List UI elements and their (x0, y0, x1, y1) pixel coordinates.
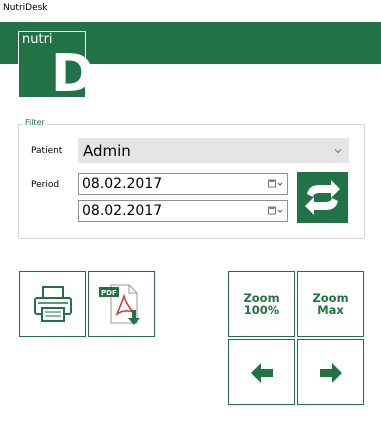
zoom-max-button[interactable]: Zoom Max (297, 271, 364, 337)
printer-icon (34, 286, 72, 322)
pdf-download-icon: PDF (99, 284, 140, 325)
calendar-icon[interactable] (268, 179, 284, 189)
zoom-100-button[interactable]: Zoom 100% (228, 271, 295, 337)
title-bar: NutriDesk (0, 0, 381, 22)
date-from-picker[interactable]: 08.02.2017 (78, 173, 288, 195)
patient-label: Patient (31, 146, 63, 156)
calendar-icon[interactable] (268, 206, 284, 216)
chevron-down-icon (334, 149, 342, 154)
refresh-button[interactable] (297, 172, 348, 223)
zoom-max-label: Zoom Max (298, 292, 363, 316)
next-button[interactable] (297, 339, 364, 405)
patient-value: Admin (83, 142, 131, 160)
zoom-100-label-line2: 100% (243, 303, 280, 317)
logo-text: nutri (22, 32, 53, 47)
arrow-right-icon (320, 363, 342, 383)
print-button[interactable] (19, 271, 86, 337)
date-to-value: 08.02.2017 (82, 203, 163, 219)
arrow-left-icon (251, 363, 273, 383)
previous-button[interactable] (228, 339, 295, 405)
logo-letter: D (51, 44, 95, 104)
patient-select[interactable]: Admin (78, 138, 349, 163)
filter-legend: Filter (23, 118, 47, 127)
refresh-icon (305, 180, 340, 215)
date-to-picker[interactable]: 08.02.2017 (78, 200, 288, 222)
app-logo: nutri D (18, 31, 94, 100)
zoom-100-label: Zoom 100% (229, 292, 294, 316)
period-label: Period (31, 180, 60, 190)
zoom-max-label-line2: Max (317, 303, 344, 317)
date-from-value: 08.02.2017 (82, 176, 163, 192)
window-title: NutriDesk (3, 3, 48, 13)
pdf-export-button[interactable]: PDF (88, 271, 155, 337)
pdf-badge-text: PDF (101, 289, 117, 297)
